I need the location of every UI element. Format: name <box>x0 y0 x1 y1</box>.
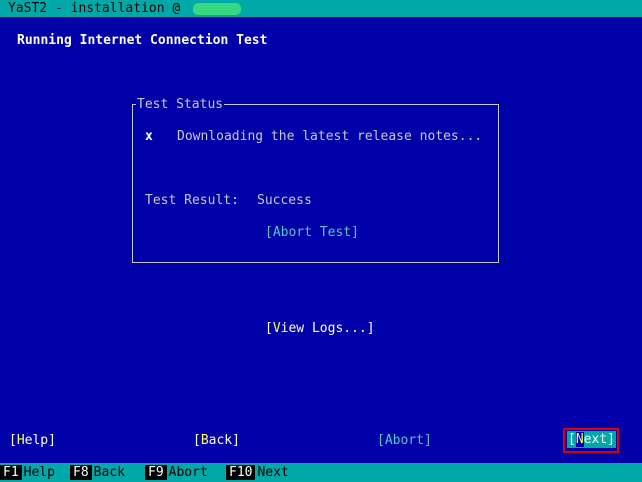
button-label: ext] <box>583 432 615 447</box>
back-button[interactable]: [Back] <box>193 433 240 448</box>
abort-button[interactable]: [Abort] <box>377 433 432 448</box>
view-logs-button[interactable]: [View Logs...] <box>265 321 375 336</box>
fkey-label: Next <box>257 465 289 480</box>
button-label: bort Test] <box>280 225 359 240</box>
test-status-frame-label: Test Status <box>136 97 225 112</box>
fkey-f1-help[interactable]: F1 Help <box>0 464 57 481</box>
fkey-f9-abort[interactable]: F9 Abort <box>145 464 210 481</box>
fkey-label: Help <box>23 465 55 480</box>
bracket: [ <box>568 432 576 447</box>
button-label: ack] <box>208 433 240 448</box>
bracket: [ <box>377 433 385 448</box>
next-button[interactable]: [Next] <box>567 431 616 448</box>
bracket: [ <box>9 433 17 448</box>
fkey-f10-next[interactable]: F10 Next <box>226 464 291 481</box>
fkey-key: F1 <box>0 465 22 480</box>
fkey-key: F9 <box>145 465 167 480</box>
hotkey-letter: A <box>384 433 393 448</box>
window-title: YaST2 - installation @ <box>8 1 181 16</box>
abort-test-button[interactable]: [Abort Test] <box>265 225 359 240</box>
hotkey-letter: V <box>272 321 281 336</box>
test-result-value: Success <box>257 193 312 208</box>
fkey-label: Abort <box>168 465 208 480</box>
bracket: [ <box>265 225 273 240</box>
button-label: elp] <box>24 433 56 448</box>
dialog-heading: Running Internet Connection Test <box>17 33 268 48</box>
hotkey-letter: A <box>272 225 281 240</box>
fkey-key: F8 <box>70 465 92 480</box>
hotkey-letter: N <box>575 432 584 447</box>
hotkey-letter: B <box>200 433 209 448</box>
help-button[interactable]: [Help] <box>9 433 56 448</box>
fkey-label: Back <box>93 465 125 480</box>
button-label: bort] <box>392 433 432 448</box>
test-status-mark: x <box>145 129 153 144</box>
fkey-f8-back[interactable]: F8 Back <box>70 464 127 481</box>
fkey-key: F10 <box>226 465 256 480</box>
test-item-text: Downloading the latest release notes... <box>177 129 483 144</box>
button-label: iew Logs...] <box>280 321 375 336</box>
bracket: [ <box>265 321 273 336</box>
redacted-hostname <box>193 3 241 15</box>
hotkey-letter: H <box>16 433 25 448</box>
bracket: [ <box>193 433 201 448</box>
test-result-label: Test Result: <box>145 193 239 208</box>
